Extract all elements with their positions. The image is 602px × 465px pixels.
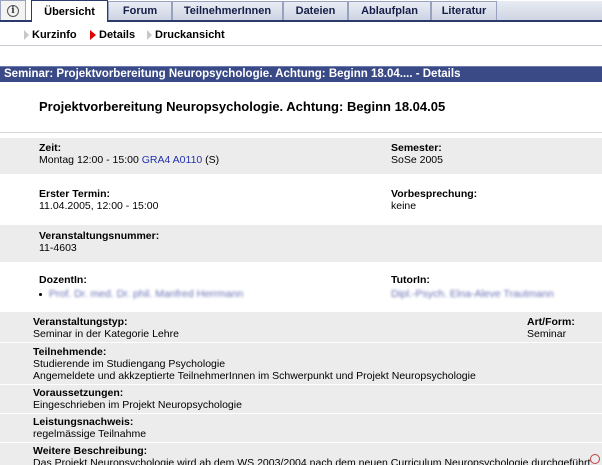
subnav-kurzinfo[interactable]: Kurzinfo [24,28,77,42]
voraussetzungen-value: Eingeschrieben im Projekt Neuropsycholog… [33,399,242,411]
room-link[interactable]: GRA4 A0110 [142,154,203,166]
semester-label: Semester: [391,142,442,154]
leistungsnachweis-value: regelmässige Teilnahme [33,428,147,440]
semester-value: SoSe 2005 [391,154,443,166]
tutorin-label: TutorIn: [391,274,430,286]
info-badge-icon[interactable] [590,454,600,464]
subnav-druckansicht-label: Druckansicht [155,29,225,41]
dozentin-entry[interactable]: Prof. Dr. med. Dr. phil. Manfred Herrman… [37,288,243,300]
dozentin-name[interactable]: Prof. Dr. med. Dr. phil. Manfred Herrman… [49,288,243,300]
teilnehmende-label: Teilnehmende: [33,346,107,358]
leistungsnachweis-label: Leistungsnachweis: [33,416,134,428]
tutorin-name[interactable]: Dipl.-Psych. Elna-Aleve Trautmann [391,288,554,300]
subnav-druckansicht[interactable]: Druckansicht [147,28,225,42]
vorbesprechung-label: Vorbesprechung: [391,188,478,200]
veranstaltungstyp-value: Seminar in der Kategorie Lehre [33,328,179,340]
sub-navigation: Kurzinfo Details Druckansicht [0,22,602,46]
vorbesprechung-value: keine [391,200,417,212]
tab-bar: i Übersicht Forum TeilnehmerInnen Dateie… [0,0,602,22]
dozentin-label: DozentIn: [39,274,87,286]
teilnehmende-line-2: Angemeldete und akkzeptierte TeilnehmerI… [33,370,476,382]
tab-bar-filler [497,1,602,20]
tab-uebersicht[interactable]: Übersicht [31,0,108,22]
info-icon: i [7,5,19,17]
weitere-beschreibung-value: Das Projekt Neuropsychologie wird ab dem… [33,457,593,465]
art-form-value: Seminar [527,328,567,340]
subnav-details-label: Details [99,29,136,41]
bullet-icon [39,292,42,296]
subnav-divider [0,45,602,46]
tab-teilnehmerinnen[interactable]: TeilnehmerInnen [172,1,283,20]
divider [0,132,602,133]
subnav-kurzinfo-label: Kurzinfo [32,29,77,41]
erster-termin-label: Erster Termin: [39,188,110,200]
subnav-details[interactable]: Details [90,28,135,42]
weitere-beschreibung-label: Weitere Beschreibung: [33,445,148,457]
info-tab[interactable]: i [0,0,26,21]
tab-forum[interactable]: Forum [108,1,172,20]
zeit-time: Montag 12:00 - 15:00 [39,154,142,166]
divider [0,442,602,443]
divider [0,342,602,343]
arrow-icon [24,30,29,40]
zeit-value: Montag 12:00 - 15:00 GRA4 A0110 (S) [39,154,219,166]
divider [0,384,602,385]
course-heading: Projektvorbereitung Neuropsychologie. Ac… [39,99,446,114]
tab-ablaufplan[interactable]: Ablaufplan [348,1,431,20]
veranstaltungsnummer-value: 11-4603 [39,242,77,254]
voraussetzungen-label: Voraussetzungen: [33,387,124,399]
veranstaltungstyp-label: Veranstaltungstyp: [33,316,128,328]
tab-dateien[interactable]: Dateien [283,1,348,20]
tutorin-name-text[interactable]: Dipl.-Psych. Elna-Aleve Trautmann [391,288,554,300]
tab-literatur[interactable]: Literatur [431,1,497,20]
zeit-label: Zeit: [39,142,62,154]
zeit-suffix: (S) [202,154,220,166]
arrow-icon [147,30,152,40]
page-title-bar: Seminar: Projektvorbereitung Neuropsycho… [0,66,602,82]
teilnehmende-line-1: Studierende im Studiengang Psychologie [33,358,226,370]
active-arrow-icon [90,30,96,40]
veranstaltungsnummer-label: Veranstaltungsnummer: [39,230,160,242]
erster-termin-value: 11.04.2005, 12:00 - 15:00 [39,200,159,212]
divider [0,413,602,414]
art-form-label: Art/Form: [527,316,575,328]
